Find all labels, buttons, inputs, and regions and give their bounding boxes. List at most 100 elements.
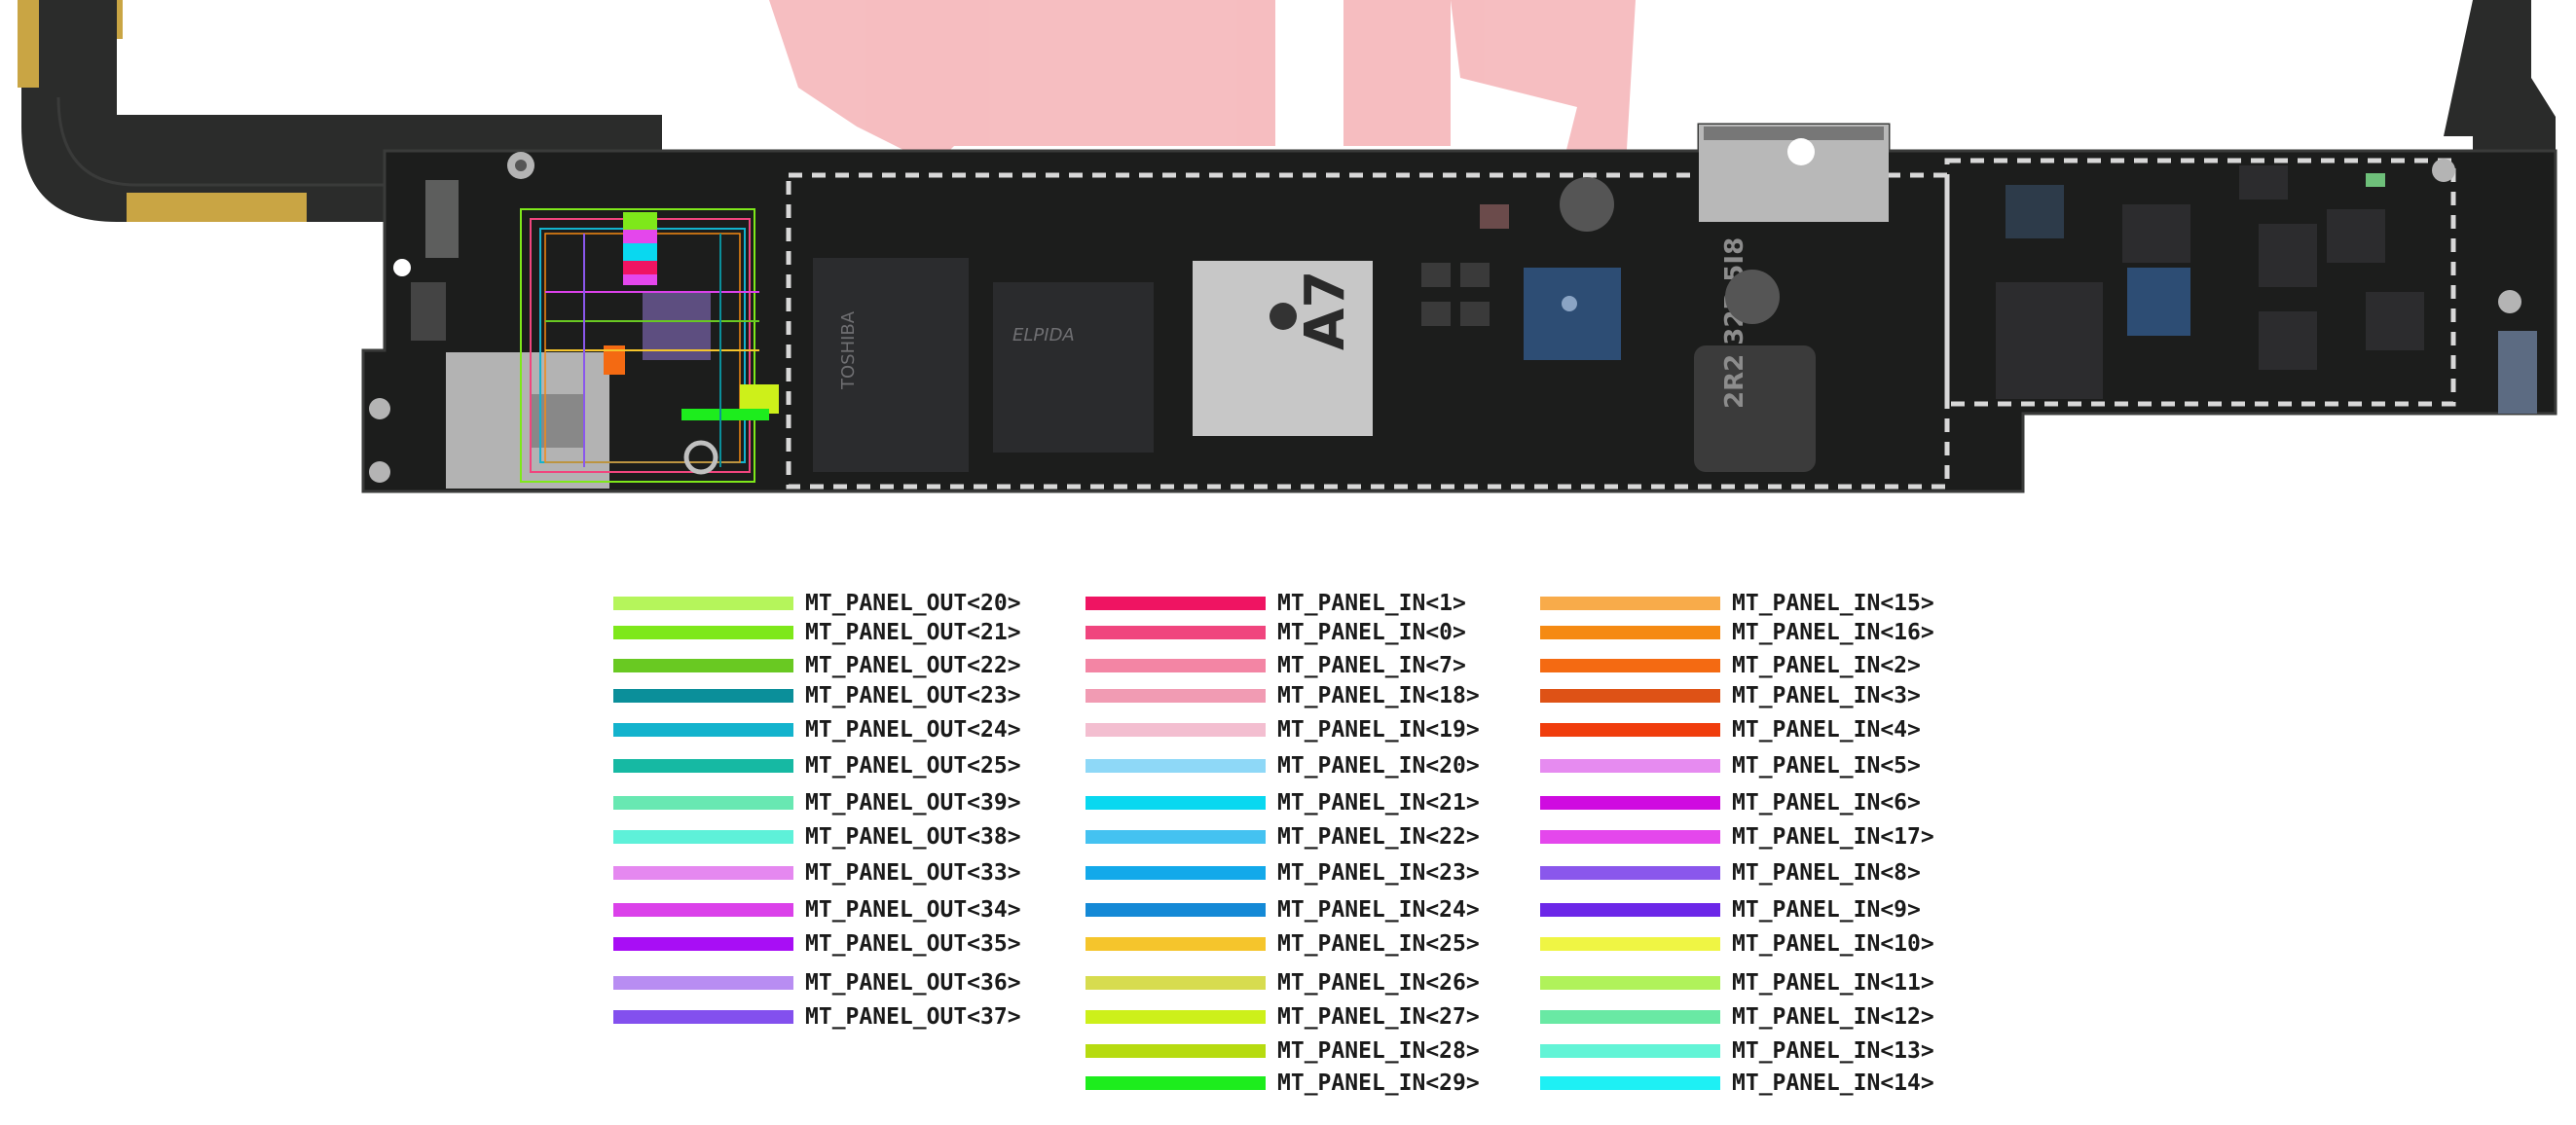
legend-item: MT_PANEL_IN<13> (1540, 1036, 1998, 1066)
legend-item: MT_PANEL_OUT<22> (613, 651, 1071, 680)
legend-swatch (1086, 597, 1266, 610)
legend-item: MT_PANEL_OUT<34> (613, 895, 1071, 925)
legend-item: MT_PANEL_IN<16> (1540, 618, 1998, 647)
legend-label: MT_PANEL_IN<16> (1732, 620, 1934, 645)
legend-label: MT_PANEL_OUT<34> (805, 897, 1021, 923)
legend-item: MT_PANEL_OUT<38> (613, 822, 1071, 852)
nand-brand-text: TOSHIBA (838, 310, 859, 390)
legend-swatch (1540, 1076, 1720, 1090)
legend-label: MT_PANEL_OUT<25> (805, 753, 1021, 779)
legend-item: MT_PANEL_IN<0> (1086, 618, 1543, 647)
legend-label: MT_PANEL_IN<5> (1732, 753, 1921, 779)
legend-label: MT_PANEL_IN<9> (1732, 897, 1921, 923)
legend-label: MT_PANEL_IN<26> (1277, 970, 1480, 996)
legend-label: MT_PANEL_OUT<21> (805, 620, 1021, 645)
legend-label: MT_PANEL_IN<28> (1277, 1038, 1480, 1064)
legend-item: MT_PANEL_IN<26> (1086, 968, 1543, 998)
legend-item: MT_PANEL_OUT<37> (613, 1002, 1071, 1032)
legend-swatch (613, 759, 793, 773)
legend-item: MT_PANEL_IN<17> (1540, 822, 1998, 852)
legend-item: MT_PANEL_IN<3> (1540, 681, 1998, 710)
legend-label: MT_PANEL_IN<8> (1732, 860, 1921, 886)
legend-item: MT_PANEL_IN<6> (1540, 788, 1998, 817)
legend-item: MT_PANEL_OUT<35> (613, 929, 1071, 959)
legend-swatch (1086, 659, 1266, 672)
schematic-stage: TOSHIBA ELPIDA A7 2R2 32B 5I8 MT_PANEL_O… (0, 0, 2576, 1125)
legend-label: MT_PANEL_IN<0> (1277, 620, 1466, 645)
legend-item: MT_PANEL_IN<1> (1086, 589, 1543, 618)
legend-label: MT_PANEL_IN<13> (1732, 1038, 1934, 1064)
legend-item: MT_PANEL_IN<10> (1540, 929, 1998, 959)
legend-label: MT_PANEL_IN<24> (1277, 897, 1480, 923)
legend-label: MT_PANEL_OUT<35> (805, 931, 1021, 957)
legend-item: MT_PANEL_IN<9> (1540, 895, 1998, 925)
legend-item: MT_PANEL_IN<25> (1086, 929, 1543, 959)
legend-swatch (1540, 976, 1720, 990)
legend-label: MT_PANEL_IN<27> (1277, 1004, 1480, 1030)
legend-item: MT_PANEL_IN<24> (1086, 895, 1543, 925)
legend-label: MT_PANEL_IN<23> (1277, 860, 1480, 886)
legend-item: MT_PANEL_IN<29> (1086, 1069, 1543, 1098)
legend-swatch (1086, 903, 1266, 917)
legend-item: MT_PANEL_OUT<21> (613, 618, 1071, 647)
legend-swatch (1540, 597, 1720, 610)
legend-label: MT_PANEL_IN<17> (1732, 824, 1934, 850)
legend-item: MT_PANEL_IN<27> (1086, 1002, 1543, 1032)
legend-swatch (613, 976, 793, 990)
legend-item: MT_PANEL_IN<11> (1540, 968, 1998, 998)
legend-item: MT_PANEL_IN<20> (1086, 751, 1543, 780)
nand-chip: TOSHIBA (813, 258, 969, 472)
legend-item: MT_PANEL_OUT<36> (613, 968, 1071, 998)
legend-label: MT_PANEL_IN<3> (1732, 683, 1921, 708)
legend-item: MT_PANEL_IN<22> (1086, 822, 1543, 852)
legend-swatch (1540, 903, 1720, 917)
legend-item: MT_PANEL_OUT<33> (613, 858, 1071, 888)
legend-label: MT_PANEL_IN<14> (1732, 1071, 1934, 1096)
legend-swatch (613, 830, 793, 844)
legend-item: MT_PANEL_OUT<23> (613, 681, 1071, 710)
legend-item: MT_PANEL_IN<21> (1086, 788, 1543, 817)
legend-item: MT_PANEL_IN<4> (1540, 715, 1998, 744)
legend-swatch (1086, 759, 1266, 773)
legend-item: MT_PANEL_IN<18> (1086, 681, 1543, 710)
legend-swatch (1086, 866, 1266, 880)
legend-item: MT_PANEL_IN<14> (1540, 1069, 1998, 1098)
legend-item: MT_PANEL_IN<2> (1540, 651, 1998, 680)
legend-swatch (613, 866, 793, 880)
legend-swatch (1540, 689, 1720, 703)
legend-swatch (1086, 1076, 1266, 1090)
legend-item: MT_PANEL_IN<8> (1540, 858, 1998, 888)
legend-swatch (1086, 626, 1266, 639)
cpu-label-text: A7 (1294, 271, 1357, 350)
legend-item: MT_PANEL_IN<28> (1086, 1036, 1543, 1066)
legend-swatch (1086, 937, 1266, 951)
power-chip (1524, 268, 1621, 360)
legend-swatch (1540, 626, 1720, 639)
legend-swatch (1540, 659, 1720, 672)
legend-label: MT_PANEL_IN<20> (1277, 753, 1480, 779)
legend-swatch (613, 903, 793, 917)
legend-swatch (1540, 937, 1720, 951)
legend-label: MT_PANEL_IN<15> (1732, 591, 1934, 616)
legend-label: MT_PANEL_OUT<39> (805, 790, 1021, 816)
legend-swatch (1086, 689, 1266, 703)
legend-label: MT_PANEL_OUT<23> (805, 683, 1021, 708)
ram-chip: ELPIDA (993, 282, 1154, 453)
legend-label: MT_PANEL_IN<11> (1732, 970, 1934, 996)
legend-label: MT_PANEL_IN<25> (1277, 931, 1480, 957)
legend-label: MT_PANEL_IN<4> (1732, 717, 1921, 743)
legend-item: MT_PANEL_IN<12> (1540, 1002, 1998, 1032)
legend-label: MT_PANEL_IN<18> (1277, 683, 1480, 708)
legend-label: MT_PANEL_IN<6> (1732, 790, 1921, 816)
legend-label: MT_PANEL_IN<29> (1277, 1071, 1480, 1096)
legend-swatch (1086, 1044, 1266, 1058)
legend-swatch (1540, 796, 1720, 810)
legend-item: MT_PANEL_IN<19> (1086, 715, 1543, 744)
legend-label: MT_PANEL_IN<22> (1277, 824, 1480, 850)
legend-label: MT_PANEL_OUT<22> (805, 653, 1021, 678)
legend-swatch (1540, 759, 1720, 773)
legend-swatch (1086, 976, 1266, 990)
legend-item: MT_PANEL_IN<7> (1086, 651, 1543, 680)
legend-item: MT_PANEL_IN<15> (1540, 589, 1998, 618)
legend-item: MT_PANEL_OUT<25> (613, 751, 1071, 780)
